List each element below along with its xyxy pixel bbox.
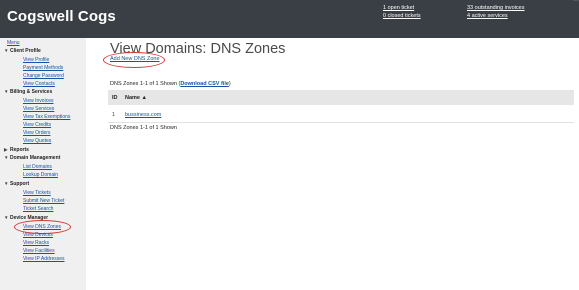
- sidebar-item-payment-methods[interactable]: Payment Methods: [23, 65, 63, 71]
- sidebar-item-view-credits[interactable]: View Credits: [23, 122, 51, 128]
- ticket-summary: 1 open ticket 0 closed tickets: [383, 5, 421, 20]
- sidebar-item-submit-new-ticket[interactable]: Submit New Ticket: [23, 198, 64, 204]
- sidebar-item-view-ip-addresses[interactable]: View IP Addresses: [23, 256, 65, 262]
- sidebar-group-support[interactable]: ▼ Support: [4, 181, 29, 187]
- sidebar-item-view-tax-exemptions[interactable]: View Tax Exemptions: [23, 114, 70, 120]
- sidebar-menu-link[interactable]: Menu: [7, 40, 20, 46]
- download-csv-link[interactable]: Download CSV file: [180, 81, 229, 87]
- summary-suffix: ): [228, 81, 231, 87]
- sidebar-group-reports[interactable]: ▶ Reports: [4, 147, 29, 153]
- table-row: 1 bussiness.com: [108, 109, 574, 123]
- billing-summary: 33 outstanding invoices 4 active service…: [467, 5, 524, 20]
- top-header: Cogswell Cogs … 1 open ticket 0 closed t…: [0, 0, 579, 38]
- header-cutoff-text: …: [573, 0, 579, 3]
- sidebar-item-view-invoices[interactable]: View Invoices: [23, 98, 53, 104]
- sidebar-group-billing[interactable]: ▼ Billing & Services: [4, 89, 52, 95]
- sidebar-item-view-devices[interactable]: View Devices: [23, 232, 53, 238]
- sidebar-item-view-racks[interactable]: View Racks: [23, 240, 49, 246]
- sidebar-item-lookup-domain[interactable]: Lookup Domain: [23, 172, 58, 178]
- sidebar-item-ticket-search[interactable]: Ticket Search: [23, 206, 53, 212]
- sidebar-item-view-contacts[interactable]: View Contacts: [23, 81, 55, 87]
- sidebar-item-view-tickets[interactable]: View Tickets: [23, 190, 51, 196]
- column-header-id[interactable]: ID: [112, 95, 118, 101]
- sidebar-item-view-orders[interactable]: View Orders: [23, 130, 50, 136]
- highlight-circle-add-zone: [103, 52, 165, 68]
- sidebar-group-domain-management[interactable]: ▼ Domain Management: [4, 155, 60, 161]
- active-services-link[interactable]: 4 active services: [467, 13, 524, 21]
- sidebar-item-view-profile[interactable]: View Profile: [23, 57, 49, 63]
- sidebar-item-view-quotes[interactable]: View Quotes: [23, 138, 51, 144]
- table-summary: DNS Zones 1-1 of 1 Shown (Download CSV f…: [110, 81, 231, 87]
- sidebar-group-label: Reports: [10, 147, 29, 153]
- sidebar: Menu ▼ Client Profile View Profile Paymen…: [0, 38, 86, 290]
- zone-name-link[interactable]: bussiness.com: [125, 112, 161, 118]
- sidebar-group-label: Client Profile: [10, 48, 41, 54]
- sidebar-group-client-profile[interactable]: ▼ Client Profile: [4, 48, 41, 54]
- column-header-name[interactable]: Name ▲: [125, 95, 147, 101]
- sidebar-item-list-domains[interactable]: List Domains: [23, 164, 52, 170]
- sidebar-group-label: Support: [10, 181, 30, 187]
- table-footer-summary: DNS Zones 1-1 of 1 Shown: [110, 125, 177, 131]
- row-id: 1: [112, 112, 116, 118]
- sidebar-item-view-services[interactable]: View Services: [23, 106, 54, 112]
- sidebar-item-change-password[interactable]: Change Password: [23, 73, 64, 79]
- summary-prefix: DNS Zones 1-1 of 1 Shown (: [110, 81, 181, 87]
- table-header: ID Name ▲: [108, 90, 574, 105]
- closed-tickets-link[interactable]: 0 closed tickets: [383, 13, 421, 21]
- open-tickets-link[interactable]: 1 open ticket: [383, 5, 421, 13]
- outstanding-invoices-link[interactable]: 33 outstanding invoices: [467, 5, 524, 13]
- brand-logo[interactable]: Cogswell Cogs: [7, 8, 116, 25]
- sidebar-group-label: Domain Management: [10, 155, 61, 161]
- sidebar-item-view-facilities[interactable]: View Facilities: [23, 248, 55, 254]
- sidebar-group-label: Billing & Services: [10, 89, 53, 95]
